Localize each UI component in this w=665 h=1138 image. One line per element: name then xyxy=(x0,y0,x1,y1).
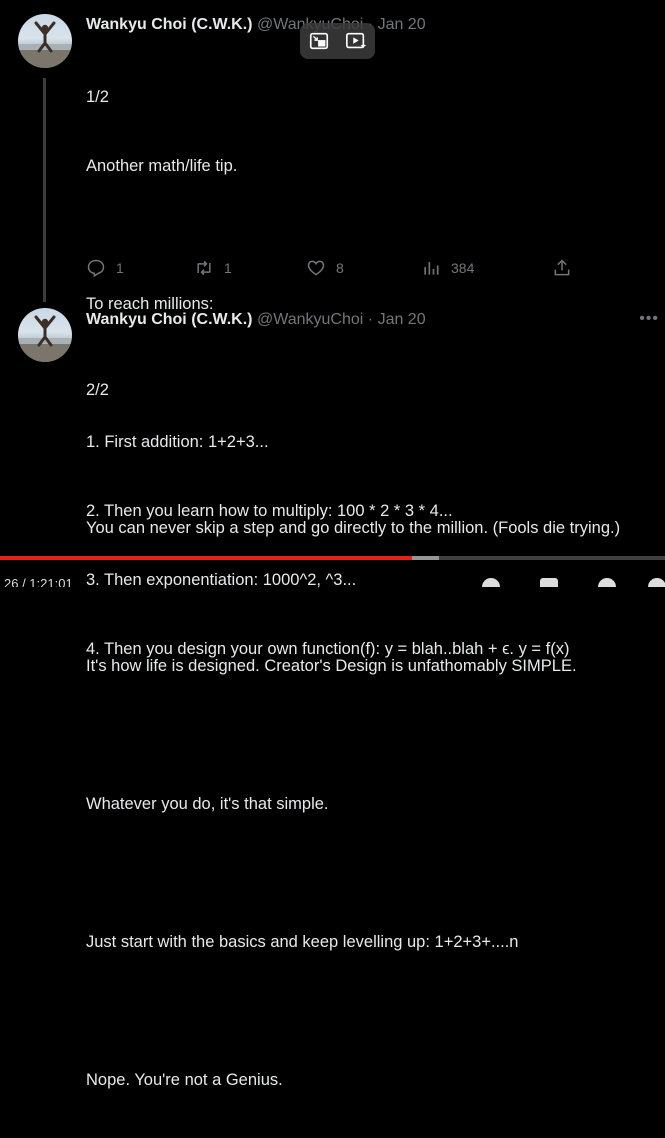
tweet-line xyxy=(86,586,620,609)
tweet-line: 2/2 xyxy=(86,381,109,399)
thread-connector-line xyxy=(43,78,46,302)
share-icon xyxy=(554,259,570,276)
tweet-line xyxy=(86,862,620,885)
avatar-photo xyxy=(18,315,72,362)
reply-icon xyxy=(87,259,105,278)
heart-icon xyxy=(307,260,325,276)
tweet-line: Whatever you do, it's that simple. xyxy=(86,795,329,813)
like-count: 8 xyxy=(336,260,344,276)
like-button[interactable]: 8 xyxy=(306,258,344,278)
views-button[interactable]: 384 xyxy=(421,258,474,278)
author-name[interactable]: Wankyu Choi (C.W.K.) xyxy=(86,311,253,328)
tweet-line xyxy=(86,1000,620,1023)
tweet-line xyxy=(86,448,620,471)
tweet-actions: 1 1 8 384 xyxy=(86,258,576,282)
toggle-switch-icon[interactable] xyxy=(482,578,500,587)
retweet-icon xyxy=(197,260,211,276)
tweet-body: 2/2 You can never skip a step and go dir… xyxy=(86,333,620,1138)
reply-button[interactable]: 1 xyxy=(86,258,124,278)
video-played-bar xyxy=(0,556,413,560)
tweet-line: You can never skip a step and go directl… xyxy=(86,519,621,537)
tweet-line: Another math/life tip. xyxy=(86,157,238,175)
tweet-line xyxy=(86,224,569,247)
more-horizontal-icon: ••• xyxy=(639,310,659,327)
tweet-2[interactable]: Wankyu Choi (C.W.K.) @WankyuChoi · Jan 2… xyxy=(0,300,665,1089)
video-controls-bar: 26 / 1:21:01 xyxy=(0,574,665,587)
tweet-date[interactable]: Jan 20 xyxy=(378,16,426,33)
separator-dot: · xyxy=(367,311,374,328)
tweet-1[interactable]: Wankyu Choi (C.W.K.) @WankyuChoi · Jan 2… xyxy=(0,0,665,658)
tweet-line: Nope. You're not a Genius. xyxy=(86,1071,283,1089)
view-count: 384 xyxy=(451,260,475,276)
tweet-line: It's how life is designed. Creator's Des… xyxy=(86,657,577,675)
avatar-photo xyxy=(18,21,72,68)
share-button[interactable] xyxy=(552,258,572,278)
subtitles-icon[interactable] xyxy=(540,578,558,587)
more-options-button[interactable]: ••• xyxy=(639,310,659,328)
author-name[interactable]: Wankyu Choi (C.W.K.) xyxy=(86,16,253,33)
tweet-line xyxy=(86,724,620,747)
fullscreen-icon[interactable] xyxy=(648,578,665,587)
tweet-line: 1/2 xyxy=(86,88,109,106)
video-progress-bar[interactable] xyxy=(0,556,665,560)
analytics-bars-icon xyxy=(424,262,439,275)
tweet-header: Wankyu Choi (C.W.K.) @WankyuChoi · Jan 2… xyxy=(86,311,426,329)
avatar[interactable] xyxy=(18,308,72,362)
retweet-count: 1 xyxy=(224,260,232,276)
tweet-date[interactable]: Jan 20 xyxy=(378,311,426,328)
author-handle[interactable]: @WankyuChoi xyxy=(257,311,363,328)
video-time: 26 / 1:21:01 xyxy=(4,576,73,587)
retweet-button[interactable]: 1 xyxy=(194,258,232,278)
tweet-line: Just start with the basics and keep leve… xyxy=(86,933,519,951)
avatar[interactable] xyxy=(18,14,72,68)
settings-gear-icon[interactable] xyxy=(598,578,616,587)
reply-count: 1 xyxy=(116,260,124,276)
